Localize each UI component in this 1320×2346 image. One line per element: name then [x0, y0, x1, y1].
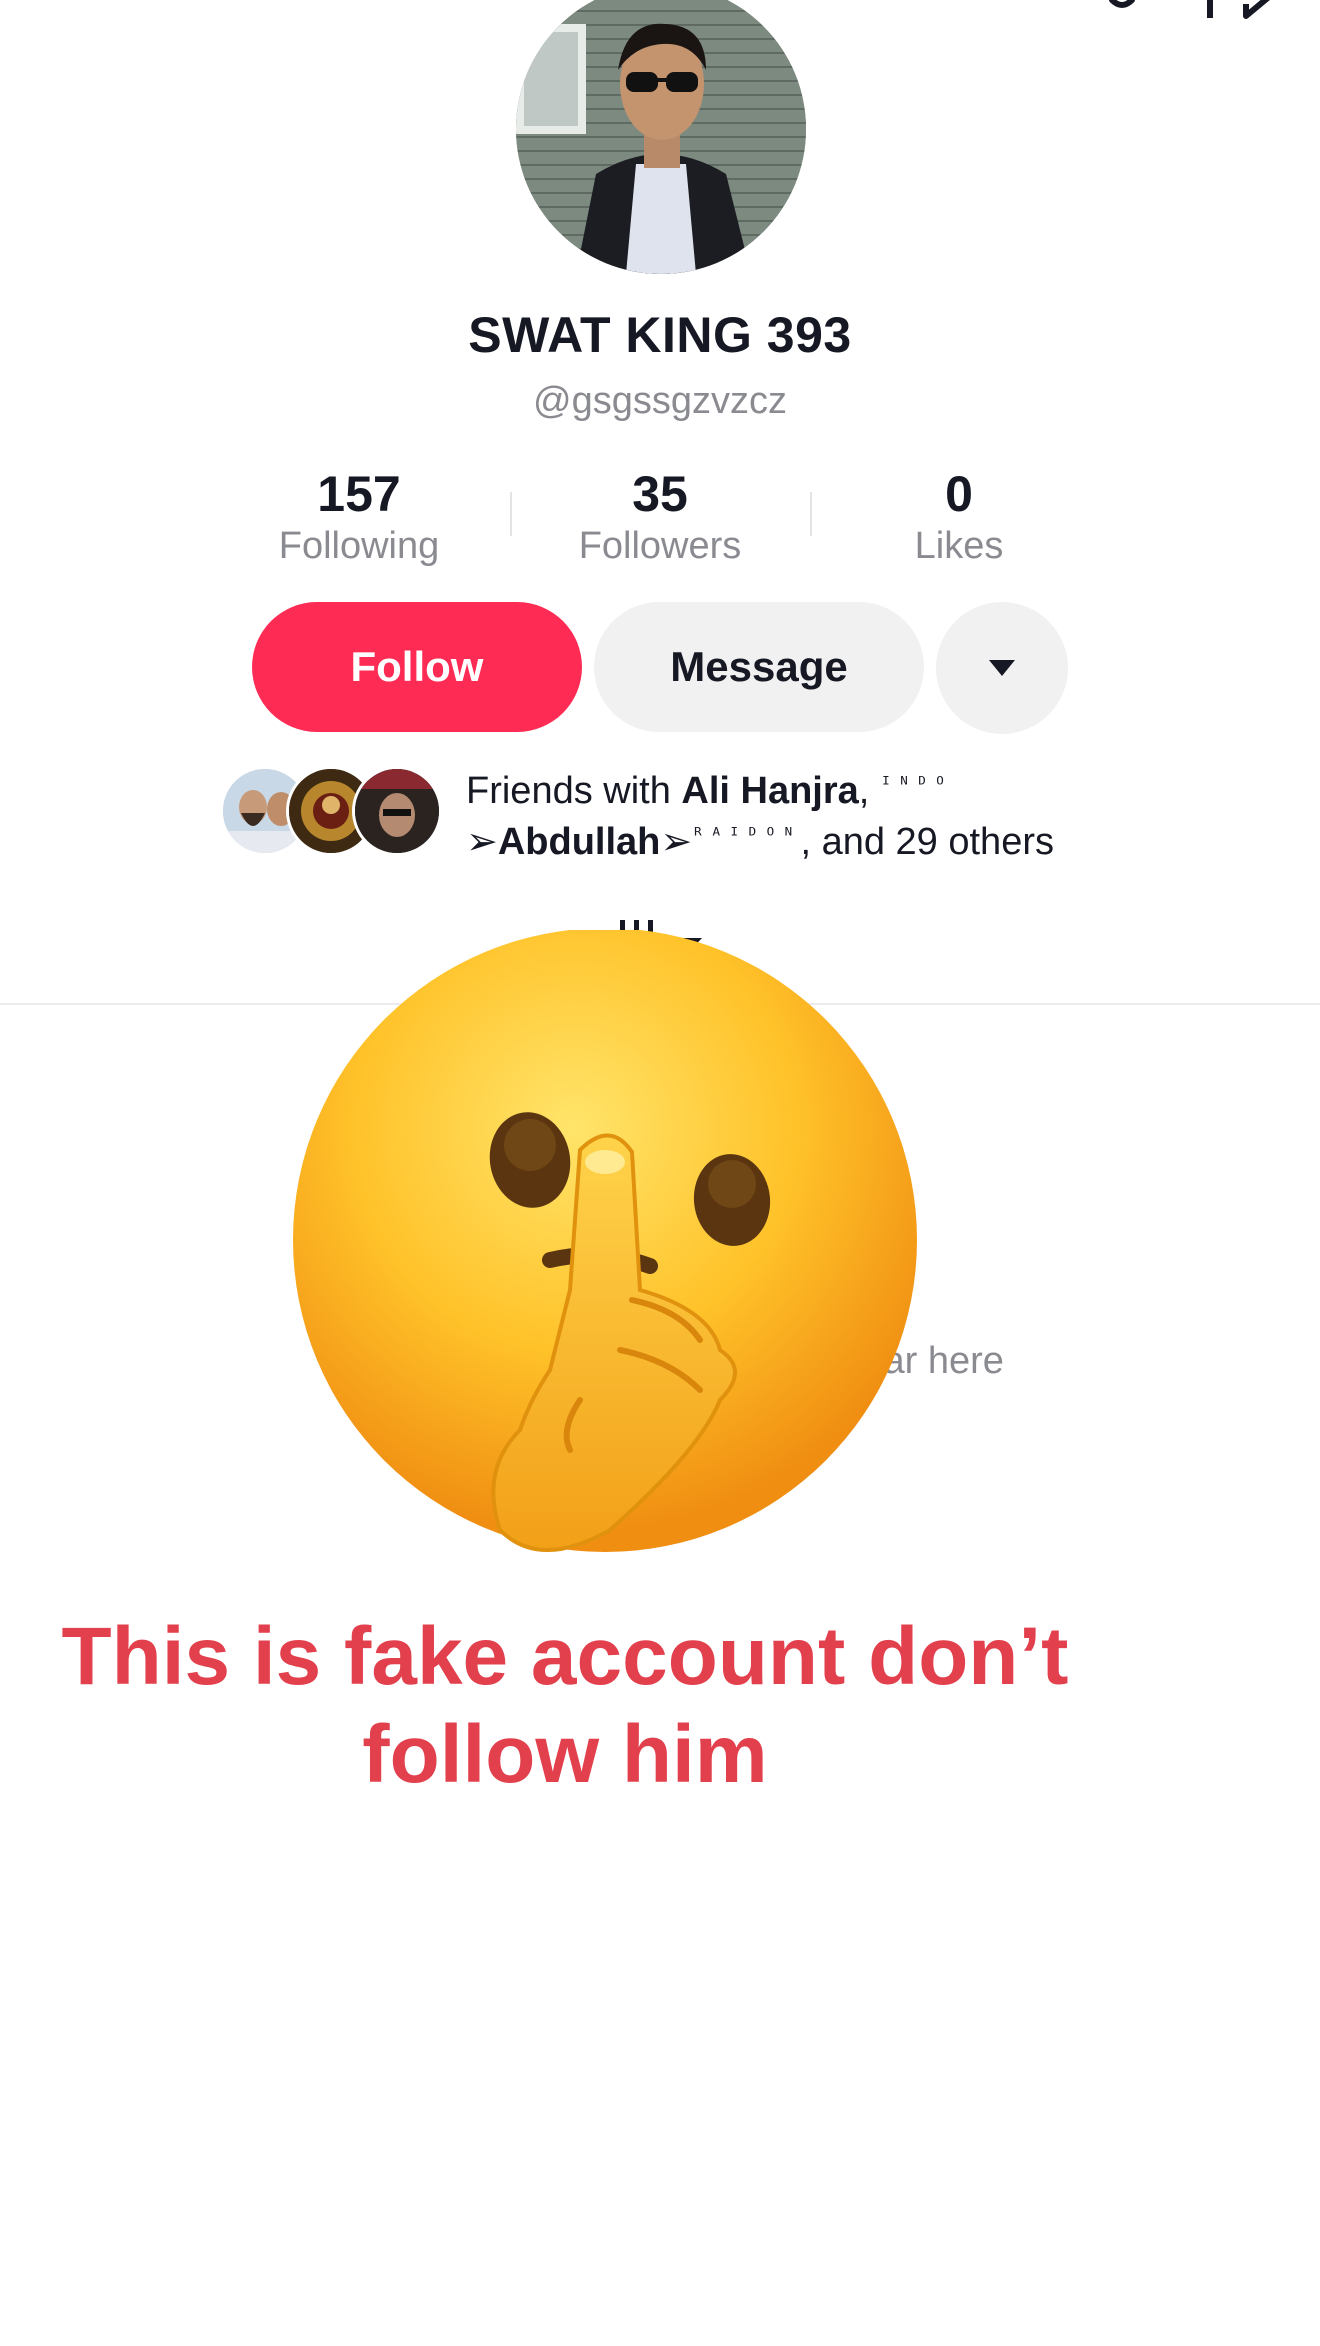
stat-following-label: Following	[278, 525, 440, 567]
friends-prefix: Friends with	[466, 770, 682, 812]
warning-line: This is fake account don’t	[61, 1611, 1069, 1702]
warning-caption: This is fake account don’t follow him	[40, 1608, 1090, 1804]
more-options-button[interactable]	[936, 602, 1068, 734]
stat-followers[interactable]: 35 Followers	[510, 466, 810, 568]
stat-likes: 0 Likes	[809, 466, 1109, 568]
friend-name: Ali Hanjra	[681, 770, 859, 812]
stat-followers-count: 35	[632, 466, 688, 522]
share-icon[interactable]	[1200, 0, 1276, 26]
shushing-face-icon	[293, 930, 917, 1552]
friend-name: ➢Abdullah➢	[466, 821, 693, 863]
friend-name-suffix: ᴿᴬᴵᴰᴼᴺ	[692, 823, 801, 847]
friends-tail: , and 29 others	[800, 821, 1054, 863]
stat-followers-label: Followers	[578, 525, 742, 567]
profile-username: @gsgssgzvzcz	[533, 380, 787, 422]
profile-avatar	[516, 0, 806, 274]
profile-display-name: SWAT KING 393	[468, 307, 852, 363]
stat-following-count: 157	[317, 466, 401, 522]
bell-icon[interactable]	[1090, 0, 1154, 26]
friend-avatar[interactable]	[352, 766, 442, 856]
back-arrow-icon[interactable]	[30, 0, 90, 20]
stat-likes-label: Likes	[914, 525, 1004, 567]
caret-down-icon	[989, 660, 1015, 676]
message-button[interactable]: Message	[594, 602, 924, 732]
warning-line: follow him	[362, 1709, 768, 1800]
follow-button[interactable]: Follow	[252, 602, 582, 732]
stat-following[interactable]: 157 Following	[209, 466, 509, 568]
friend-name-decoration: ᴵᴺᴰᴼ	[879, 772, 953, 796]
stat-likes-count: 0	[945, 466, 973, 522]
mutual-friends-text[interactable]: Friends with Ali Hanjra, ᴵᴺᴰᴼ ➢Abdullah➢…	[466, 762, 1116, 864]
friends-separator: ,	[858, 770, 880, 812]
